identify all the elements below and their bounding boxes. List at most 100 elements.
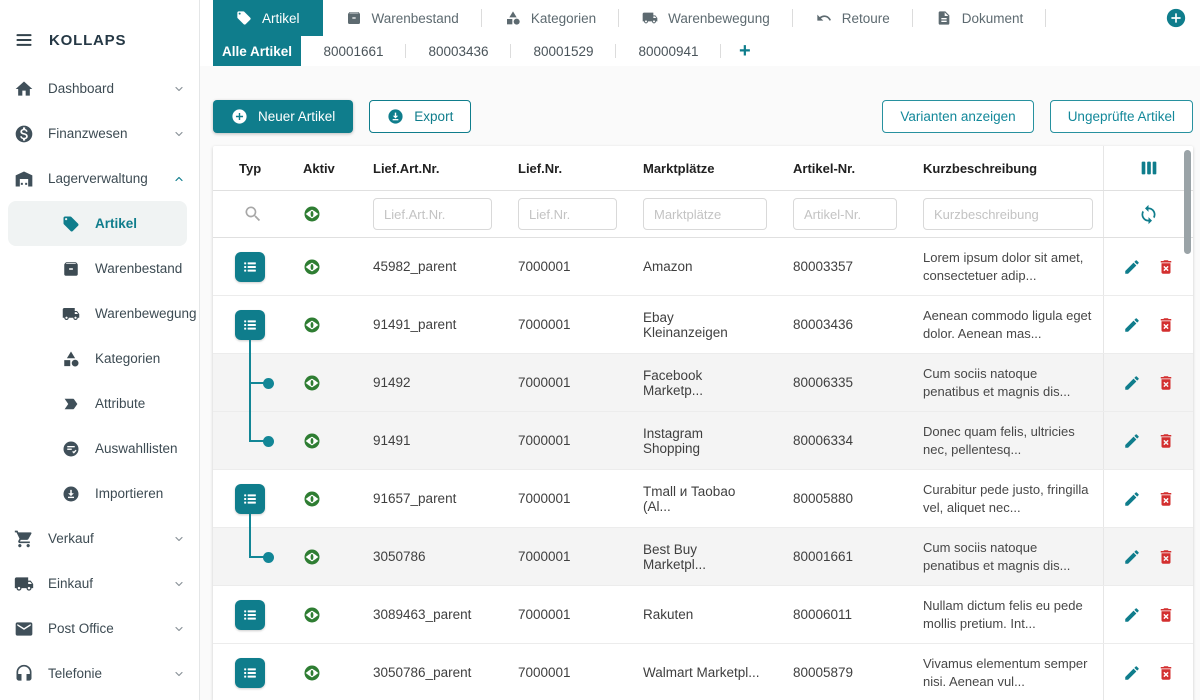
variant-list-button[interactable] [235,600,265,630]
active-cell [287,528,357,585]
tag-icon [236,10,252,26]
filter-artikel-nr-input[interactable] [793,198,897,230]
sidebar-item-kategorien[interactable]: Kategorien [0,336,199,381]
article-number-cell: 80001661 [777,528,907,585]
table-row[interactable]: 91492 7000001 Facebook Marketp... 800063… [213,354,1193,412]
tab-warenbestand[interactable]: Warenbestand [323,0,482,36]
edit-icon[interactable] [1123,316,1141,334]
filter-kurzbeschreibung-input[interactable] [923,198,1093,230]
active-status-icon[interactable] [303,258,321,276]
variant-list-button[interactable] [235,658,265,688]
active-status-icon[interactable] [303,316,321,334]
delete-icon[interactable] [1157,606,1175,624]
delete-icon[interactable] [1157,374,1175,392]
table-row[interactable]: 3050786_parent 7000001 Walmart Marketpl.… [213,644,1193,700]
edit-icon[interactable] [1123,548,1141,566]
columns-icon[interactable] [1138,157,1160,179]
refresh-icon[interactable] [1138,204,1159,225]
edit-icon[interactable] [1123,606,1141,624]
export-button[interactable]: Export [369,100,471,133]
table-row[interactable]: 91657_parent 7000001 Tmall и Taobao (Al.… [213,470,1193,528]
filter-lief-nr-input[interactable] [518,198,617,230]
variant-list-button[interactable] [235,252,265,282]
sidebar-item-label: Telefonie [48,666,102,681]
add-module-tab-button[interactable] [1166,8,1186,28]
active-status-icon[interactable] [303,548,321,566]
type-cell [213,528,287,585]
table-row[interactable]: 91491_parent 7000001 Ebay Kleinanzeigen … [213,296,1193,354]
sidebar-item-importieren[interactable]: Importieren [0,471,199,516]
add-article-tab-button[interactable]: + [721,36,769,66]
mail-icon [14,619,34,639]
tab-kategorien[interactable]: Kategorien [482,0,619,36]
edit-icon[interactable] [1123,664,1141,682]
search-icon [243,204,263,224]
sidebar-item-warenbewegung[interactable]: Warenbewegung [0,291,199,336]
sidebar-item-verkauf[interactable]: Verkauf [0,516,199,561]
show-variants-button[interactable]: Varianten anzeigen [882,100,1033,133]
filter-marktpl-tze-input[interactable] [643,198,767,230]
delete-icon[interactable] [1157,664,1175,682]
delete-icon[interactable] [1157,548,1175,566]
active-status-icon[interactable] [303,374,321,392]
table-row[interactable]: 3050786 7000001 Best Buy Marketpl... 800… [213,528,1193,586]
column-header-aktiv: Aktiv [287,146,357,190]
sidebar-item-telefonie[interactable]: Telefonie [0,651,199,696]
edit-icon[interactable] [1123,432,1141,450]
active-cell [287,644,357,700]
new-article-button[interactable]: Neuer Artikel [213,100,353,133]
delete-icon[interactable] [1157,258,1175,276]
unchecked-articles-button[interactable]: Ungeprüfte Artikel [1050,100,1193,133]
sidebar-item-lagerverwaltung[interactable]: Lagerverwaltung [0,156,199,201]
article-number-cell: 80003357 [777,238,907,295]
checklist-circle-icon [62,440,80,458]
sidebar-item-post-office[interactable]: Post Office [0,606,199,651]
table-row[interactable]: 3089463_parent 7000001 Rakuten 80006011 … [213,586,1193,644]
active-status-icon[interactable] [303,490,321,508]
table-row[interactable]: 91491 7000001 Instagram Shopping 8000633… [213,412,1193,470]
chevron-down-icon [173,578,185,590]
menu-icon[interactable] [14,30,34,50]
sidebar-item-dashboard[interactable]: Dashboard [0,66,199,111]
sidebar-item-attribute[interactable]: Attribute [0,381,199,426]
edit-icon[interactable] [1123,258,1141,276]
sidebar-item-artikel[interactable]: Artikel [8,201,187,246]
tab-dokument[interactable]: Dokument [913,0,1047,36]
finance-icon [14,124,34,144]
active-status-icon[interactable] [303,432,321,450]
tag-icon [62,215,80,233]
short-description-cell: Vivamus elementum semper nisi. Aenean vu… [907,644,1103,700]
delete-icon[interactable] [1157,432,1175,450]
article-tab-80003436[interactable]: 80003436 [406,36,511,66]
tab-artikel[interactable]: Artikel [213,0,323,36]
table-header: TypAktivLief.Art.Nr.Lief.Nr.MarktplätzeA… [213,146,1193,191]
variant-list-button[interactable] [235,484,265,514]
edit-icon[interactable] [1123,374,1141,392]
document-icon [936,10,952,26]
marketplace-cell: Walmart Marketpl... [627,644,777,700]
filter-lief-art-nr-input[interactable] [373,198,492,230]
sidebar-item-label: Auswahllisten [95,441,178,456]
sidebar-item-warenbestand[interactable]: Warenbestand [0,246,199,291]
sidebar-item-label: Dashboard [48,81,114,96]
active-cell [287,238,357,295]
active-status-icon[interactable] [303,664,321,682]
sidebar-item-einkauf[interactable]: Einkauf [0,561,199,606]
article-tab-alle-artikel[interactable]: Alle Artikel [213,36,301,66]
sidebar-item-finanzwesen[interactable]: Finanzwesen [0,111,199,156]
table-row[interactable]: 45982_parent 7000001 Amazon 80003357 Lor… [213,238,1193,296]
delete-icon[interactable] [1157,490,1175,508]
active-filter-toggle-icon[interactable] [303,205,321,223]
article-tab-80000941[interactable]: 80000941 [616,36,721,66]
sidebar-item-auswahllisten[interactable]: Auswahllisten [0,426,199,471]
arrow-label-icon [62,395,80,413]
delete-icon[interactable] [1157,316,1175,334]
table-scrollbar[interactable] [1184,150,1191,254]
variant-list-button[interactable] [235,310,265,340]
article-tab-80001529[interactable]: 80001529 [511,36,616,66]
active-status-icon[interactable] [303,606,321,624]
tab-warenbewegung[interactable]: Warenbewegung [619,0,793,36]
article-tab-80001661[interactable]: 80001661 [301,36,406,66]
edit-icon[interactable] [1123,490,1141,508]
tab-retoure[interactable]: Retoure [793,0,913,36]
